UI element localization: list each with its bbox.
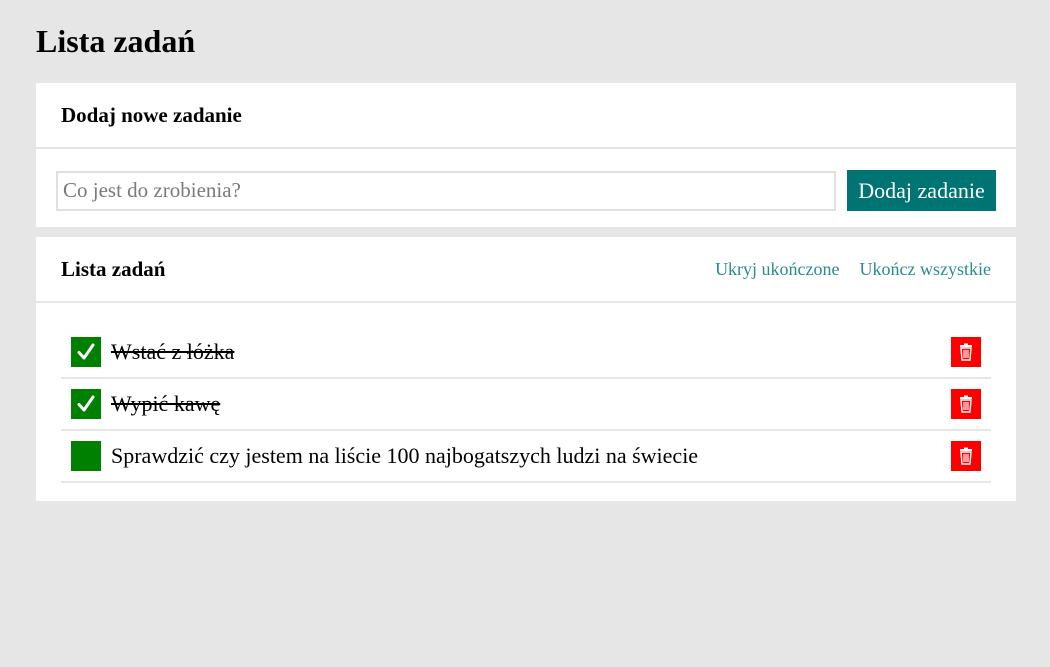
hide-completed-link[interactable]: Ukryj ukończone bbox=[715, 259, 839, 280]
task-checkbox[interactable] bbox=[71, 389, 101, 419]
task-label: Wypić kawę bbox=[111, 391, 221, 416]
task-label: Wstać z łóżka bbox=[111, 339, 235, 364]
delete-task-button[interactable] bbox=[951, 389, 981, 419]
add-task-title: Dodaj nowe zadanie bbox=[61, 102, 242, 127]
task-list-header: Lista zadań Ukryj ukończone Ukończ wszys… bbox=[36, 237, 1016, 303]
check-icon bbox=[77, 343, 95, 360]
task-list-card: Lista zadań Ukryj ukończone Ukończ wszys… bbox=[36, 237, 1016, 501]
task-list: Wstać z łóżka Wypić kawę Sprawdzić czy j… bbox=[36, 303, 1016, 483]
trash-icon bbox=[960, 447, 972, 465]
delete-task-button[interactable] bbox=[951, 337, 981, 367]
task-row: Sprawdzić czy jestem na liście 100 najbo… bbox=[61, 431, 991, 483]
task-input[interactable] bbox=[56, 170, 836, 211]
trash-icon bbox=[960, 395, 972, 413]
task-row: Wstać z łóżka bbox=[61, 327, 991, 379]
check-icon bbox=[77, 395, 95, 412]
task-list-actions: Ukryj ukończone Ukończ wszystkie bbox=[715, 259, 991, 280]
task-list-title: Lista zadań bbox=[61, 256, 166, 281]
add-task-button[interactable]: Dodaj zadanie bbox=[847, 170, 996, 211]
task-checkbox[interactable] bbox=[71, 337, 101, 367]
task-row: Wypić kawę bbox=[61, 379, 991, 431]
delete-task-button[interactable] bbox=[951, 441, 981, 471]
add-task-form: Dodaj zadanie bbox=[36, 149, 1016, 211]
add-task-card: Dodaj nowe zadanie Dodaj zadanie bbox=[36, 83, 1016, 227]
add-task-header: Dodaj nowe zadanie bbox=[36, 83, 1016, 149]
complete-all-link[interactable]: Ukończ wszystkie bbox=[860, 259, 991, 280]
task-label: Sprawdzić czy jestem na liście 100 najbo… bbox=[111, 443, 699, 468]
page-title: Lista zadań bbox=[36, 23, 196, 59]
task-checkbox[interactable] bbox=[71, 441, 101, 471]
trash-icon bbox=[960, 343, 972, 361]
